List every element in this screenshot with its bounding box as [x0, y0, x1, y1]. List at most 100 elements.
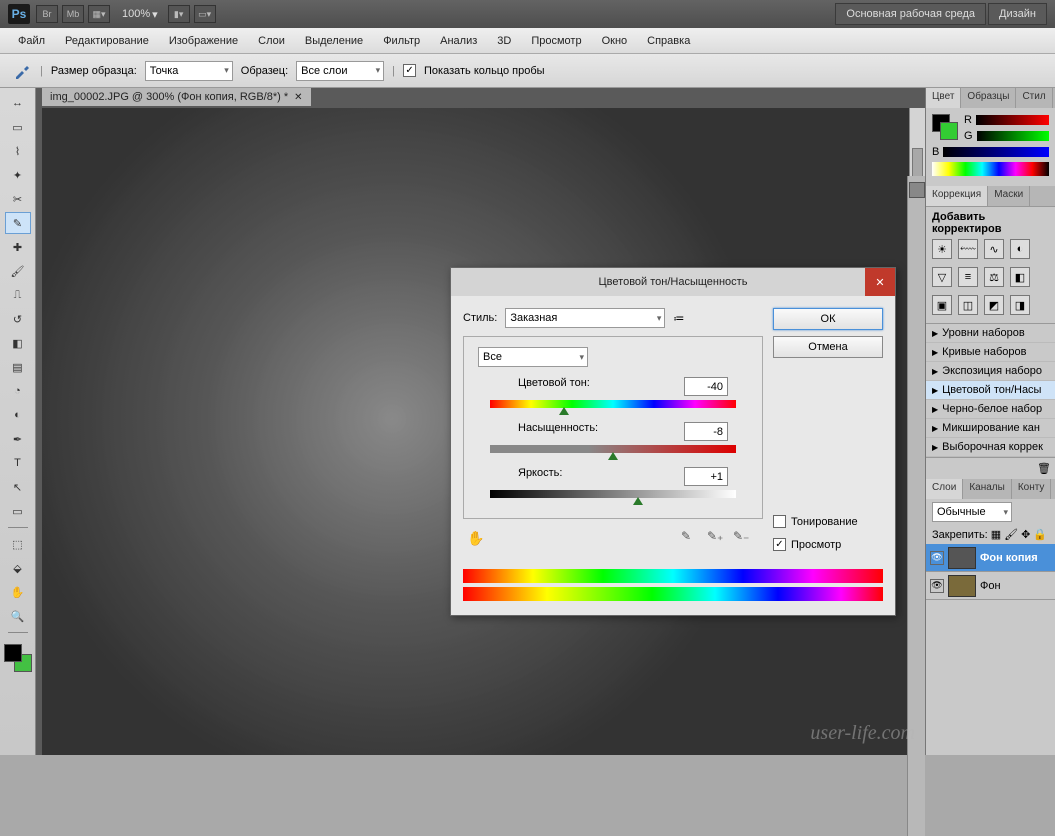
pen-tool[interactable]: ✒ — [5, 428, 31, 450]
move-tool[interactable]: ↔ — [5, 92, 31, 114]
blend-mode-select[interactable]: Обычные — [932, 502, 1012, 522]
layer-row[interactable]: 👁 Фон копия — [926, 544, 1055, 572]
sample-select[interactable]: Все слои — [296, 61, 384, 81]
tab-adjustments[interactable]: Коррекция — [926, 186, 988, 206]
channel-mixer-icon[interactable]: ◫ — [958, 295, 978, 315]
saturation-input[interactable] — [684, 422, 728, 441]
marquee-tool[interactable]: ▭ — [5, 116, 31, 138]
exposure-icon[interactable]: ◐ — [1010, 239, 1030, 259]
adj-trash-icon[interactable]: 🗑 — [1037, 463, 1051, 475]
tab-color[interactable]: Цвет — [926, 88, 961, 108]
photo-filter-icon[interactable]: ▣ — [932, 295, 952, 315]
lock-paint-icon[interactable]: 🖌 — [1004, 528, 1018, 541]
close-button[interactable]: ✕ — [865, 268, 895, 296]
posterize-icon[interactable]: ◨ — [1010, 295, 1030, 315]
tab-paths[interactable]: Конту — [1012, 479, 1052, 499]
hue-icon[interactable]: ≡ — [958, 267, 978, 287]
zoom-tool[interactable]: 🔍 — [5, 605, 31, 627]
heal-tool[interactable]: ✚ — [5, 236, 31, 258]
color-swatches[interactable] — [4, 644, 32, 672]
bridge-icon[interactable]: Br — [36, 5, 58, 23]
visibility-icon[interactable]: 👁 — [930, 579, 944, 593]
bg-color-icon[interactable] — [940, 122, 958, 140]
vibrance-icon[interactable]: ▽ — [932, 267, 952, 287]
lightness-slider[interactable] — [490, 490, 736, 500]
arrange-icon[interactable]: ▮▾ — [168, 5, 190, 23]
hue-input[interactable] — [684, 377, 728, 396]
preset-levels[interactable]: ▶Уровни наборов — [926, 324, 1055, 343]
type-tool[interactable]: T — [5, 452, 31, 474]
wand-tool[interactable]: ✦ — [5, 164, 31, 186]
preset-exposure[interactable]: ▶Экспозиция наборо — [926, 362, 1055, 381]
b-slider[interactable] — [943, 147, 1049, 157]
workspace-button[interactable]: Основная рабочая среда — [835, 3, 986, 25]
3d-tool[interactable]: ⬚ — [5, 533, 31, 555]
menu-file[interactable]: Файл — [8, 31, 55, 51]
colorize-checkbox[interactable] — [773, 515, 786, 528]
eyedropper-tool[interactable]: ✎ — [5, 212, 31, 234]
menu-edit[interactable]: Редактирование — [55, 31, 159, 51]
minibridge-icon[interactable]: Mb — [62, 5, 84, 23]
blur-tool[interactable]: ◔ — [5, 380, 31, 402]
lock-all-icon[interactable]: 🔒 — [1033, 528, 1047, 541]
menu-help[interactable]: Справка — [637, 31, 700, 51]
document-tab[interactable]: img_00002.JPG @ 300% (Фон копия, RGB/8*)… — [42, 88, 311, 106]
lasso-tool[interactable]: ⌇ — [5, 140, 31, 162]
history-brush-tool[interactable]: ↺ — [5, 308, 31, 330]
g-slider[interactable] — [977, 131, 1049, 141]
eyedropper-icon[interactable]: ✎ — [681, 529, 699, 547]
hue-slider[interactable] — [490, 400, 736, 410]
sample-size-select[interactable]: Точка — [145, 61, 233, 81]
brightness-icon[interactable]: ☀ — [932, 239, 952, 259]
view-extras-icon[interactable]: ▦▾ — [88, 5, 110, 23]
brush-tool[interactable]: 🖌 — [5, 260, 31, 282]
menu-analysis[interactable]: Анализ — [430, 31, 487, 51]
range-select[interactable]: Все — [478, 347, 588, 367]
close-tab-icon[interactable]: ✕ — [294, 92, 302, 103]
spectrum-bar[interactable] — [932, 162, 1049, 176]
levels-icon[interactable]: ⬳ — [958, 239, 978, 259]
layer-row[interactable]: 👁 Фон — [926, 572, 1055, 600]
preset-hue[interactable]: ▶Цветовой тон/Насы — [926, 381, 1055, 400]
tab-swatches[interactable]: Образцы — [961, 88, 1016, 108]
preset-curves[interactable]: ▶Кривые наборов — [926, 343, 1055, 362]
eyedropper-sub-icon[interactable]: ✎₋ — [733, 529, 751, 547]
3d-cam-tool[interactable]: ⬙ — [5, 557, 31, 579]
shape-tool[interactable]: ▭ — [5, 500, 31, 522]
bw-icon[interactable]: ◧ — [1010, 267, 1030, 287]
hand-tool[interactable]: ✋ — [5, 581, 31, 603]
cancel-button[interactable]: Отмена — [773, 336, 883, 358]
saturation-slider[interactable] — [490, 445, 736, 455]
design-button[interactable]: Дизайн — [988, 3, 1047, 25]
crop-tool[interactable]: ✂ — [5, 188, 31, 210]
lock-move-icon[interactable]: ✥ — [1021, 528, 1030, 541]
r-slider[interactable] — [976, 115, 1049, 125]
tab-channels[interactable]: Каналы — [963, 479, 1012, 499]
tab-layers[interactable]: Слои — [926, 479, 963, 499]
dodge-tool[interactable]: ◐ — [5, 404, 31, 426]
eyedropper-add-icon[interactable]: ✎₊ — [707, 529, 725, 547]
curves-icon[interactable]: ∿ — [984, 239, 1004, 259]
dock-icon[interactable] — [909, 182, 925, 198]
hand-icon[interactable]: ✋ — [467, 530, 484, 547]
menu-window[interactable]: Окно — [592, 31, 638, 51]
path-tool[interactable]: ↖ — [5, 476, 31, 498]
dialog-titlebar[interactable]: Цветовой тон/Насыщенность ✕ — [451, 268, 895, 296]
show-ring-checkbox[interactable] — [403, 64, 416, 77]
menu-3d[interactable]: 3D — [487, 31, 521, 51]
preset-bw[interactable]: ▶Черно-белое набор — [926, 400, 1055, 419]
preset-menu-icon[interactable]: ≔ — [673, 312, 684, 325]
preview-checkbox[interactable] — [773, 538, 786, 551]
tab-styles[interactable]: Стил — [1016, 88, 1052, 108]
ok-button[interactable]: ОК — [773, 308, 883, 330]
balance-icon[interactable]: ⚖ — [984, 267, 1004, 287]
gradient-tool[interactable]: ▤ — [5, 356, 31, 378]
menu-layers[interactable]: Слои — [248, 31, 295, 51]
tab-masks[interactable]: Маски — [988, 186, 1030, 206]
preset-mixer[interactable]: ▶Микширование кан — [926, 419, 1055, 438]
menu-view[interactable]: Просмотр — [521, 31, 591, 51]
lock-transparency-icon[interactable]: ▦ — [991, 528, 1001, 541]
preset-selective[interactable]: ▶Выборочная коррек — [926, 438, 1055, 457]
invert-icon[interactable]: ◩ — [984, 295, 1004, 315]
menu-select[interactable]: Выделение — [295, 31, 373, 51]
